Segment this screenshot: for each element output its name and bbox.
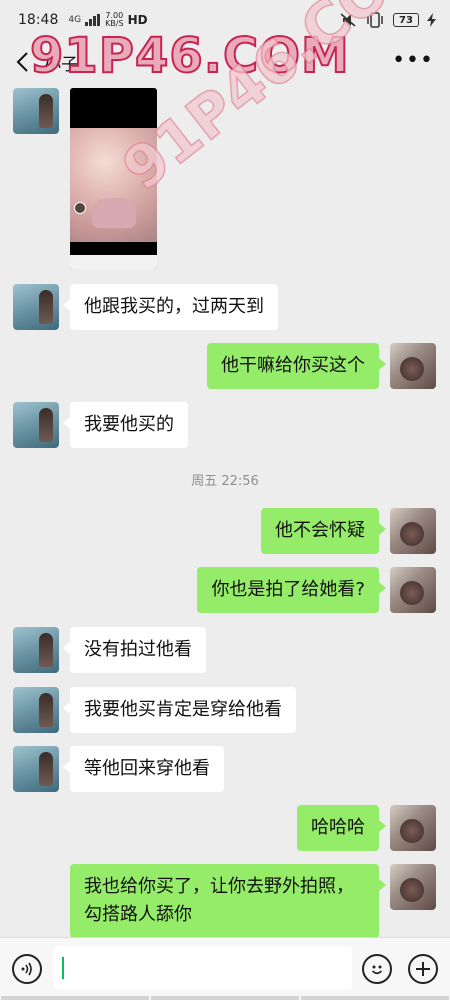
hd-badge: HD <box>127 13 148 27</box>
self-avatar[interactable] <box>390 864 436 910</box>
nav-indicator <box>0 996 450 1000</box>
message-bubble-sent[interactable]: 他不会怀疑 <box>261 508 386 554</box>
emoji-button[interactable] <box>362 954 392 984</box>
signal-icon <box>85 14 101 26</box>
message-bubble-received[interactable]: 等他回来穿他看 <box>63 746 224 792</box>
contact-avatar[interactable] <box>13 687 59 733</box>
play-icon <box>74 202 86 214</box>
contact-avatar[interactable] <box>13 284 59 330</box>
more-options-icon[interactable]: ••• <box>392 48 434 73</box>
battery-icon: 73 <box>393 13 419 27</box>
self-avatar[interactable] <box>390 343 436 389</box>
status-right: 73 <box>339 12 436 28</box>
message-bubble-received[interactable]: 他跟我买的，过两天到 <box>63 284 278 330</box>
message-bubble-sent[interactable]: 他干嘛给你买这个 <box>207 343 386 389</box>
speed-unit: KB/S <box>105 19 124 28</box>
message-bubble-received[interactable]: 我要他买肯定是穿给他看 <box>63 687 296 733</box>
network-speed: 7.00 KB/S <box>105 12 124 28</box>
image-message[interactable] <box>70 88 157 269</box>
message-line: 我也给你买了，让你去野外拍照， <box>84 876 354 897</box>
message-bubble-received[interactable]: 没有拍过他看 <box>63 627 206 673</box>
self-avatar[interactable] <box>390 567 436 613</box>
chevron-left-icon <box>16 52 28 72</box>
contact-avatar[interactable] <box>13 402 59 448</box>
message-bubble-sent[interactable]: 我也给你买了，让你去野外拍照， 勾搭路人舔你 <box>70 864 386 938</box>
contact-avatar[interactable] <box>13 746 59 792</box>
image-top-bar <box>70 88 157 102</box>
emoji-icon <box>371 965 383 975</box>
voice-icon <box>21 962 32 976</box>
self-avatar[interactable] <box>390 508 436 554</box>
message-bubble-sent[interactable]: 你也是拍了给她看? <box>197 567 386 613</box>
self-avatar[interactable] <box>390 805 436 851</box>
mute-icon <box>340 13 356 27</box>
message-line: 勾搭路人舔你 <box>84 904 192 925</box>
message-input[interactable] <box>53 946 352 990</box>
status-time: 18:48 <box>18 12 59 28</box>
image-thumbnail <box>70 128 157 242</box>
text-caret <box>62 957 64 979</box>
network-type: 4G <box>68 14 82 25</box>
message-bubble-received[interactable]: 我要他买的 <box>63 402 188 448</box>
chat-timestamp: 周五 22:56 <box>191 474 259 489</box>
image-bottom-bar <box>70 255 157 269</box>
charging-icon <box>427 13 436 27</box>
plus-button[interactable] <box>408 954 438 984</box>
voice-button[interactable] <box>12 954 42 984</box>
vibrate-icon <box>367 12 383 28</box>
watermark-top: 91P46.COM <box>29 27 350 85</box>
contact-avatar[interactable] <box>13 627 59 673</box>
input-bar <box>0 937 450 1000</box>
message-bubble-sent[interactable]: 哈哈哈 <box>297 805 386 851</box>
plus-icon <box>416 962 430 976</box>
contact-avatar[interactable] <box>13 88 59 134</box>
